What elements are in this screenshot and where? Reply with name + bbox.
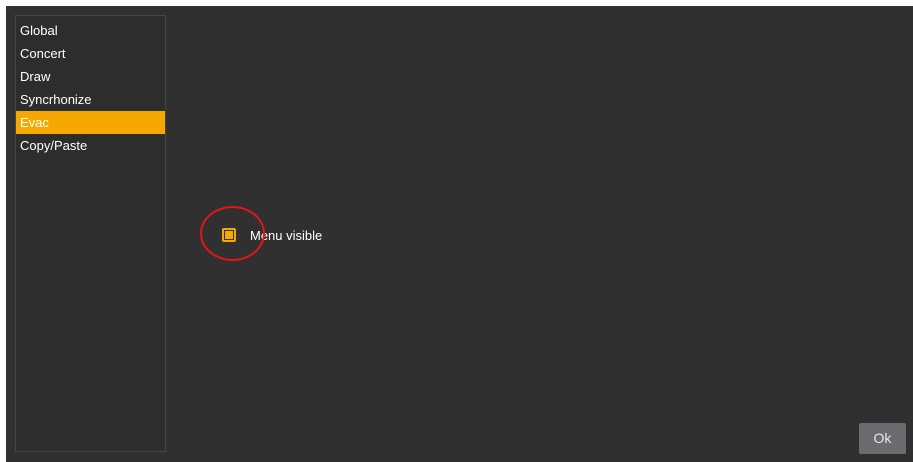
settings-sidebar: Global Concert Draw Syncrhonize Evac Cop…: [15, 15, 166, 452]
sidebar-item-global[interactable]: Global: [16, 19, 165, 42]
menu-visible-option: Menu visible: [222, 226, 322, 244]
menu-visible-label[interactable]: Menu visible: [250, 228, 322, 243]
ok-button[interactable]: Ok: [859, 423, 906, 454]
settings-window: Global Concert Draw Syncrhonize Evac Cop…: [6, 6, 913, 462]
sidebar-item-concert[interactable]: Concert: [16, 42, 165, 65]
menu-visible-checkbox[interactable]: [222, 228, 236, 242]
sidebar-item-copy-paste[interactable]: Copy/Paste: [16, 134, 165, 157]
checkbox-checked-mark: [225, 231, 233, 239]
sidebar-item-draw[interactable]: Draw: [16, 65, 165, 88]
sidebar-item-synchronize[interactable]: Syncrhonize: [16, 88, 165, 111]
sidebar-item-evac[interactable]: Evac: [16, 111, 165, 134]
